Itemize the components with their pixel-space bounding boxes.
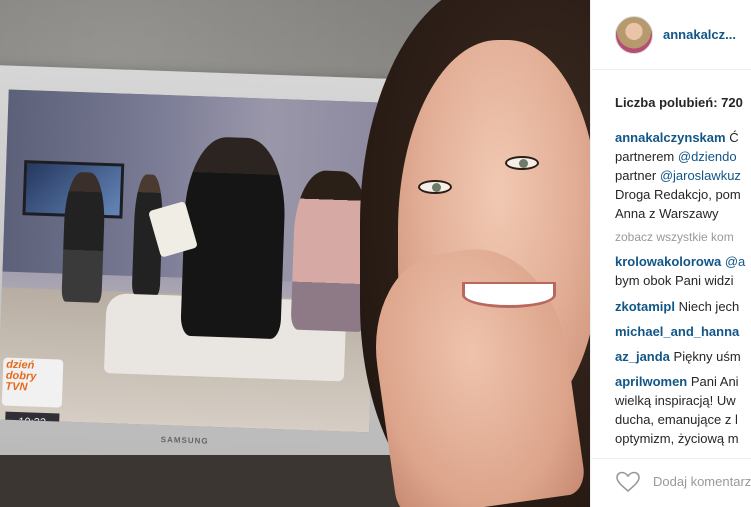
comment: aprilwomen Pani Ani wielką inspiracją! U… <box>615 372 751 448</box>
comment-author-link[interactable]: michael_and_hanna <box>615 324 739 339</box>
caption-line: partner @jaroslawkuz <box>615 166 751 185</box>
comment-author-link[interactable]: az_janda <box>615 349 670 364</box>
username-link[interactable]: annakalcz... <box>663 27 736 42</box>
television: dzień dobry TVN 10:33 SAMSUNG <box>0 64 408 507</box>
comment-text: optymizm, życiową m <box>615 431 739 446</box>
studio-person <box>61 171 106 303</box>
caption-line: Droga Redakcjo, pom <box>615 187 741 202</box>
woman-smile <box>462 282 556 308</box>
likes-count[interactable]: Liczba polubień: 720 <box>615 95 743 110</box>
comment: zkotamipl Niech jech <box>615 297 751 316</box>
caption-text: partnerem <box>615 149 678 164</box>
add-comment-input[interactable]: Dodaj komentarz... <box>653 474 751 489</box>
caption-text: Ć <box>725 130 739 145</box>
comment-author-link[interactable]: aprilwomen <box>615 374 687 389</box>
woman-eye <box>418 180 452 194</box>
comment: az_janda Piękny uśm <box>615 347 751 366</box>
studio-person <box>180 135 288 340</box>
view-all-comments-link[interactable]: zobacz wszystkie kom <box>615 230 734 244</box>
mention-link[interactable]: @jaroslawkuz <box>660 168 741 183</box>
heart-icon[interactable] <box>615 471 641 493</box>
comment-text: @a <box>721 254 746 269</box>
post-caption: annakalczynskam Ć partnerem @dziendo par… <box>615 128 751 223</box>
comment-text: wielką inspiracją! Uw <box>615 393 736 408</box>
tv-logo-line: TVN <box>5 380 28 394</box>
caption-line: annakalczynskam Ć <box>615 128 751 147</box>
avatar[interactable] <box>615 16 653 54</box>
tv-channel-logo: dzień dobry TVN <box>1 357 64 408</box>
post-sidebar: annakalcz... Liczba polubień: 720 annaka… <box>590 0 751 507</box>
comment-text: Piękny uśm <box>669 349 741 364</box>
comment-text: bym obok Pani widzi <box>615 273 734 288</box>
comment-text: ducha, emanujące z l <box>615 412 738 427</box>
post-photo[interactable]: dzień dobry TVN 10:33 SAMSUNG <box>0 0 590 507</box>
caption-line: partnerem @dziendo <box>615 147 751 166</box>
comment-author-link[interactable]: zkotamipl <box>615 299 675 314</box>
mention-link[interactable]: @dziendo <box>678 149 737 164</box>
caption-author-link[interactable]: annakalczynskam <box>615 130 726 145</box>
woman-eye <box>505 156 539 170</box>
comment-author-link[interactable]: krolowakolorowa <box>615 254 721 269</box>
tv-screen: dzień dobry TVN 10:33 <box>0 89 381 433</box>
caption-text: partner <box>615 168 660 183</box>
post-footer: Dodaj komentarz... <box>591 458 751 507</box>
tv-brand: SAMSUNG <box>160 435 209 446</box>
comment: michael_and_hanna <box>615 322 751 341</box>
caption-line: Anna z Warszawy <box>615 206 719 221</box>
post-header: annakalcz... <box>591 0 751 70</box>
comment: krolowakolorowa @a bym obok Pani widzi <box>615 252 751 290</box>
comment-text: Pani Ani <box>687 374 739 389</box>
comment-text: Niech jech <box>674 299 740 314</box>
